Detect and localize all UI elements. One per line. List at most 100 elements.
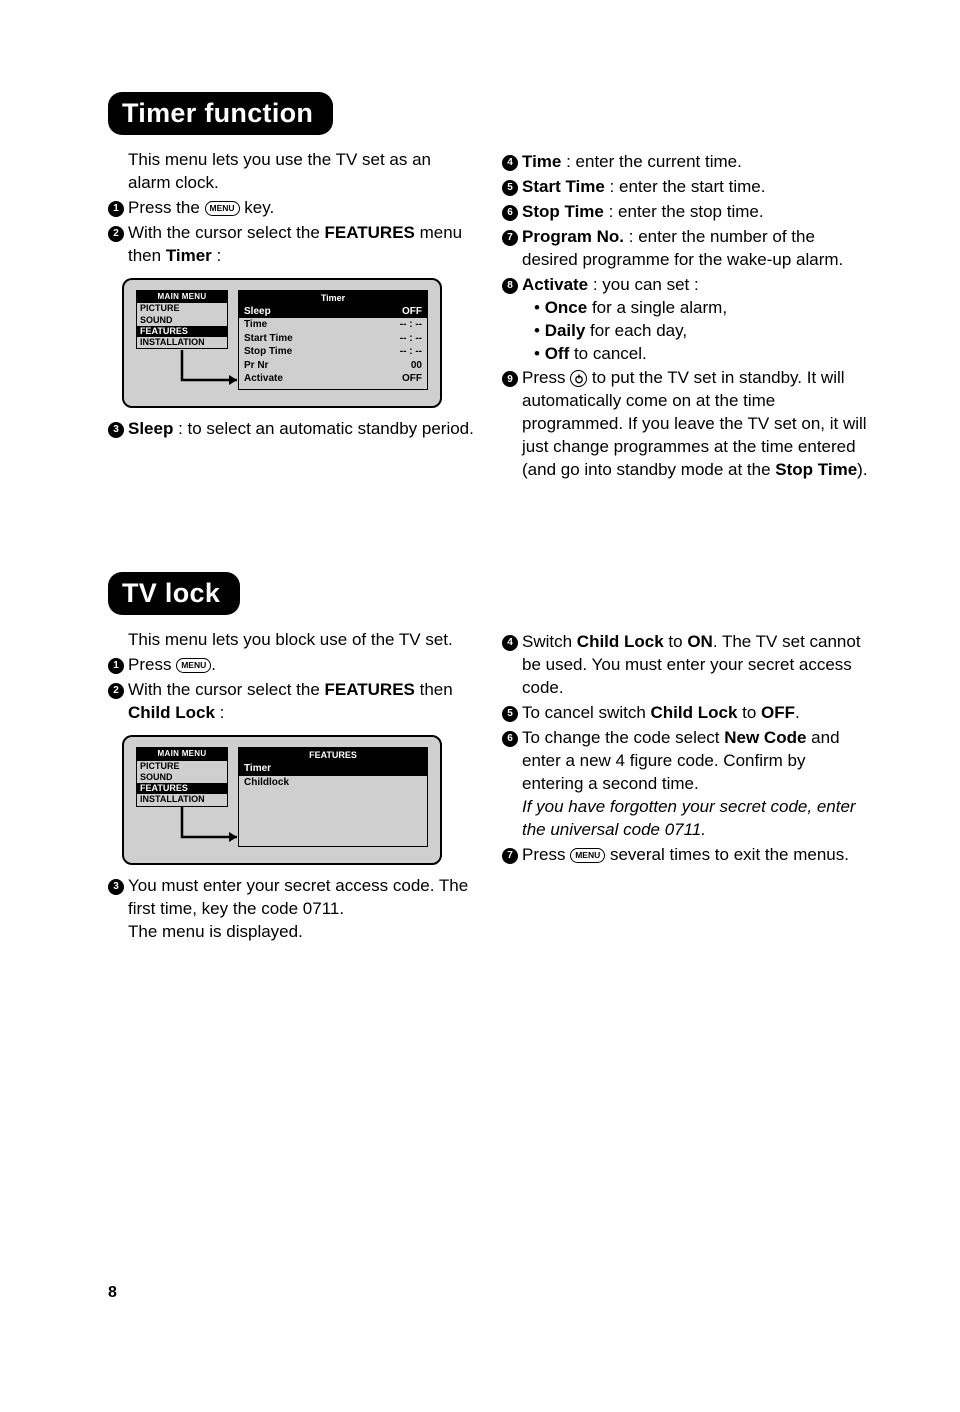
bullet-9-icon: 9 (502, 371, 518, 387)
text-bold: Time (522, 152, 561, 171)
option-daily: Daily for each day, (534, 320, 868, 343)
page: Timer function This menu lets you use th… (0, 0, 960, 1412)
option-off: Off to cancel. (534, 343, 868, 366)
timer-step-9: 9 Press to put the TV set in standby. It… (502, 367, 868, 482)
text: several times to exit the menus. (605, 845, 849, 864)
text: : (212, 246, 221, 265)
submenu-row: Timer (239, 762, 427, 776)
timer-right-column: 4 Time : enter the current time. 5 Start… (502, 149, 868, 482)
timer-step-8: 8 Activate : you can set : Once for a si… (502, 274, 868, 366)
text-bold: Program No. (522, 227, 624, 246)
text-bold: FEATURES (325, 680, 415, 699)
forgotten-code-note: If you have forgotten your secret code, … (522, 796, 868, 842)
timer-osd: MAIN MENU PICTURESOUNDFEATURESINSTALLATI… (122, 278, 442, 408)
page-number: 8 (108, 1284, 117, 1302)
features-submenu-panel: FEATURES TimerChildlock (238, 747, 428, 847)
tvlock-columns: This menu lets you block use of the TV s… (108, 629, 868, 944)
text: key. (240, 198, 275, 217)
submenu-row-value: OFF (402, 372, 422, 386)
text-bold: Activate (522, 275, 588, 294)
submenu-row: Childlock (239, 776, 427, 790)
main-menu-item: PICTURE (137, 761, 227, 772)
menu-key-icon: MENU (176, 658, 211, 673)
bullet-2-icon: 2 (108, 226, 124, 242)
timer-columns: This menu lets you use the TV set as an … (108, 149, 868, 482)
text: With the cursor select the (128, 680, 325, 699)
submenu-row-label: Start Time (244, 332, 293, 346)
text: Press (522, 368, 570, 387)
text: to (664, 632, 688, 651)
bullet-5-icon: 5 (502, 180, 518, 196)
menu-key-icon: MENU (570, 848, 605, 863)
timer-step-3: 3 Sleep : to select an automatic standby… (108, 418, 474, 441)
submenu-row: ActivateOFF (239, 372, 427, 386)
submenu-row: Start Time-- : -- (239, 332, 427, 346)
text: : to select an automatic standby period. (173, 419, 474, 438)
text: . (211, 655, 216, 674)
submenu-title: FEATURES (239, 748, 427, 762)
main-menu-item: SOUND (137, 772, 227, 783)
submenu-row-label: Stop Time (244, 345, 292, 359)
text-bold: Timer (166, 246, 212, 265)
main-menu-item: INSTALLATION (137, 337, 227, 348)
bullet-6-icon: 6 (502, 731, 518, 747)
tvlock-step-5: 5 To cancel switch Child Lock to OFF. (502, 702, 868, 725)
tvlock-step-6: 6 To change the code select New Code and… (502, 727, 868, 842)
tvlock-step-2: 2 With the cursor select the FEATURES th… (108, 679, 474, 725)
submenu-row-label: Sleep (244, 305, 271, 319)
heading-tvlock: TV lock (108, 572, 240, 615)
text: : (215, 703, 224, 722)
text-bold: Child Lock (128, 703, 215, 722)
timer-step-2: 2 With the cursor select the FEATURES me… (108, 222, 474, 268)
submenu-row-value: 00 (411, 359, 422, 373)
text: The menu is displayed. (128, 922, 303, 941)
bullet-5-icon: 5 (502, 706, 518, 722)
submenu-row: Time -- : -- (239, 318, 427, 332)
text-bold: New Code (724, 728, 806, 747)
tvlock-intro: This menu lets you block use of the TV s… (128, 629, 474, 652)
submenu-row-value: -- : -- (400, 345, 422, 359)
tvlock-right-column: 4 Switch Child Lock to ON. The TV set ca… (502, 629, 868, 944)
submenu-row-label: Time (244, 318, 267, 332)
bullet-8-icon: 8 (502, 278, 518, 294)
text-bold: Sleep (128, 419, 173, 438)
bullet-6-icon: 6 (502, 205, 518, 221)
text: Press (522, 845, 570, 864)
text: ). (857, 460, 867, 479)
submenu-title: Timer (239, 291, 427, 305)
text: To change the code select (522, 728, 724, 747)
tvlock-osd: MAIN MENU PICTURESOUNDFEATURESINSTALLATI… (122, 735, 442, 865)
timer-left-column: This menu lets you use the TV set as an … (108, 149, 474, 482)
tvlock-left-column: This menu lets you block use of the TV s… (108, 629, 474, 944)
bullet-1-icon: 1 (108, 201, 124, 217)
tvlock-step-4: 4 Switch Child Lock to ON. The TV set ca… (502, 631, 868, 700)
section-timer: Timer function This menu lets you use th… (108, 92, 868, 482)
heading-timer: Timer function (108, 92, 333, 135)
main-menu-item: FEATURES (137, 783, 227, 794)
text-bold: FEATURES (325, 223, 415, 242)
text-bold: Stop Time (522, 202, 604, 221)
submenu-row: Stop Time -- : -- (239, 345, 427, 359)
submenu-row-value: -- : -- (400, 318, 422, 332)
main-menu-item: SOUND (137, 315, 227, 326)
text-bold: OFF (761, 703, 795, 722)
bullet-1-icon: 1 (108, 658, 124, 674)
text: Press the (128, 198, 205, 217)
bullet-2-icon: 2 (108, 683, 124, 699)
text: You must enter your secret access code. … (128, 876, 468, 918)
text: . (795, 703, 800, 722)
text: Press (128, 655, 176, 674)
text-bold: ON (687, 632, 713, 651)
text: to put the TV set in standby. (587, 368, 802, 387)
timer-submenu-panel: Timer SleepOFFTime-- : --Start Time-- : … (238, 290, 428, 390)
text-bold: Start Time (522, 177, 605, 196)
timer-step-1: 1 Press the MENU key. (108, 197, 474, 220)
text-bold: Stop Time (775, 460, 857, 479)
submenu-row-label: Timer (244, 762, 271, 776)
menu-key-icon: MENU (205, 201, 240, 216)
bullet-7-icon: 7 (502, 848, 518, 864)
standby-icon (570, 370, 587, 387)
main-menu-title: MAIN MENU (137, 748, 227, 761)
text: With the cursor select the (128, 223, 325, 242)
tvlock-step-7: 7 Press MENU several times to exit the m… (502, 844, 868, 867)
